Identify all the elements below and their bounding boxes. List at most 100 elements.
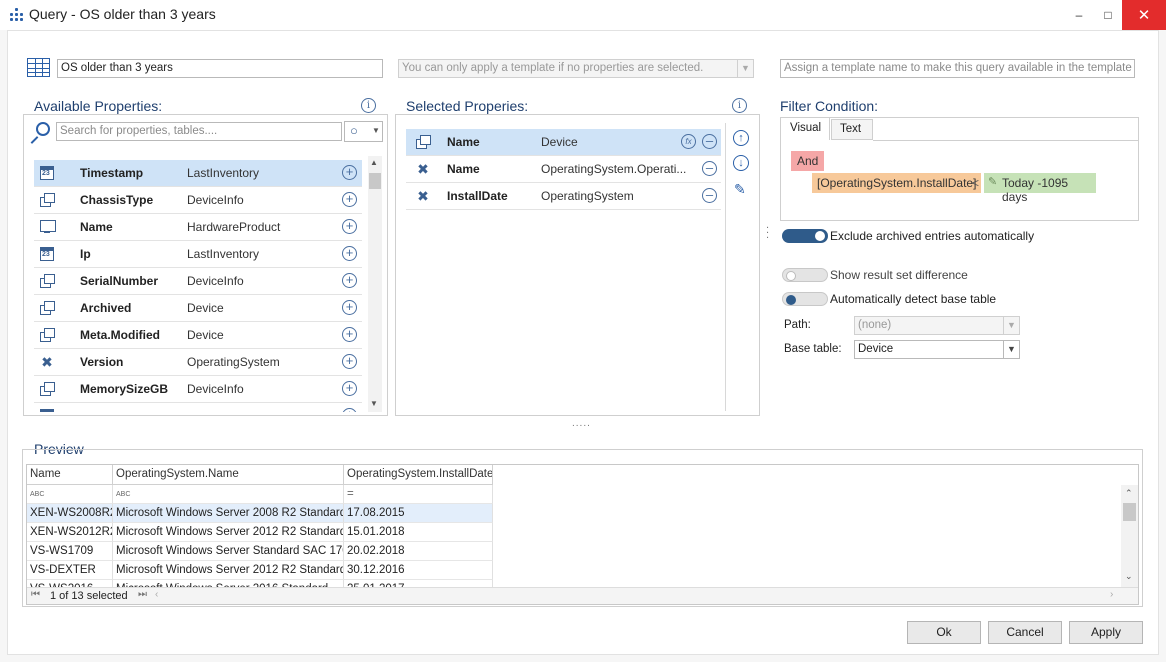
list-item[interactable]: Name Device fx – <box>406 129 721 156</box>
and-operator[interactable]: And <box>791 151 825 171</box>
column-header[interactable]: Name <box>27 465 113 485</box>
move-down-icon[interactable]: ↓ <box>733 155 749 171</box>
property-name: InstallDate <box>447 189 508 203</box>
tab-visual[interactable]: Visual <box>782 118 830 140</box>
filter-operator[interactable]: < <box>972 176 979 190</box>
add-property-button[interactable]: + <box>342 381 357 396</box>
list-item[interactable]: Archived Device + <box>34 295 362 322</box>
add-property-button[interactable]: + <box>342 354 357 369</box>
add-property-button[interactable]: + <box>342 273 357 288</box>
query-name-input[interactable]: OS older than 3 years <box>57 59 383 78</box>
filter-cell[interactable]: = <box>344 485 493 504</box>
list-item[interactable]: Meta.Modified Device + <box>34 322 362 349</box>
suggestion-dropdown[interactable]: ○ ▼ <box>344 121 383 142</box>
list-item[interactable]: 23 Ip LastInventory + <box>34 241 362 268</box>
brush-icon[interactable]: ✎ <box>734 181 746 198</box>
filter-cell[interactable]: ABC <box>27 485 113 504</box>
list-item[interactable]: 23 + <box>34 403 362 412</box>
exclude-archived-label: Exclude archived entries automatically <box>830 229 1035 243</box>
os-icon: ✖ <box>41 354 53 370</box>
base-table-label: Base table: <box>784 343 842 355</box>
scroll-left-icon[interactable]: ‹ <box>155 589 158 600</box>
add-property-button[interactable]: + <box>342 165 357 180</box>
table-icon <box>416 135 431 149</box>
list-item[interactable]: MemorySizeGB DeviceInfo + <box>34 376 362 403</box>
property-table: Device <box>187 301 224 315</box>
template-select[interactable]: You can only apply a template if no prop… <box>398 59 754 78</box>
calendar-icon: 23 <box>40 247 54 261</box>
os-icon: ✖ <box>417 188 429 204</box>
remove-property-button[interactable]: – <box>702 188 717 203</box>
add-property-button[interactable]: + <box>342 246 357 261</box>
monitor-icon <box>40 220 56 234</box>
close-button[interactable]: ✕ <box>1122 0 1166 30</box>
property-name: ChassisType <box>80 193 154 207</box>
os-icon: ✖ <box>417 161 429 177</box>
table-cell: XEN-WS2012R2 <box>27 523 113 542</box>
ok-button[interactable]: Ok <box>907 621 981 644</box>
preview-vertical-scrollbar[interactable]: ⌃ ⌄ <box>1121 485 1138 587</box>
add-property-button[interactable]: + <box>342 300 357 315</box>
filter-field[interactable]: [OperatingSystem.InstallDate] <box>812 173 982 193</box>
property-table: LastInventory <box>187 247 260 261</box>
maximize-button[interactable]: □ <box>1093 0 1123 30</box>
chevron-down-icon: ▼ <box>737 60 753 77</box>
remove-property-button[interactable]: – <box>702 161 717 176</box>
property-search-input[interactable]: Search for properties, tables.... <box>56 122 342 141</box>
pencil-icon: ✎ <box>988 176 998 188</box>
table-cell: 17.08.2015 <box>344 504 493 523</box>
splitter-grip[interactable]: ..... <box>572 418 591 429</box>
table-icon <box>40 382 55 396</box>
template-name-input[interactable]: Assign a template name to make this quer… <box>780 59 1135 78</box>
vertical-grip[interactable]: ... <box>766 220 769 241</box>
property-table: DeviceInfo <box>187 274 244 288</box>
add-property-button[interactable]: + <box>342 192 357 207</box>
path-select[interactable]: (none) ▼ <box>854 316 1020 335</box>
property-table: LastInventory <box>187 166 260 180</box>
add-property-button[interactable]: + <box>342 327 357 342</box>
auto-detect-label: Automatically detect base table <box>830 292 997 306</box>
table-cell: Microsoft Windows Server Standard SAC 17… <box>113 542 344 561</box>
list-item[interactable]: SerialNumber DeviceInfo + <box>34 268 362 295</box>
remove-property-button[interactable]: – <box>702 134 717 149</box>
search-icon <box>30 122 52 144</box>
available-scrollbar[interactable]: ▲ ▼ <box>368 156 382 412</box>
tab-text[interactable]: Text <box>831 119 873 140</box>
auto-detect-toggle[interactable] <box>782 292 828 306</box>
scroll-right-icon[interactable]: › <box>1110 589 1113 600</box>
list-item[interactable]: ChassisType DeviceInfo + <box>34 187 362 214</box>
minimize-button[interactable]: – <box>1064 0 1094 30</box>
column-header[interactable]: OperatingSystem.InstallDate <box>344 465 493 485</box>
base-table-select[interactable]: Device ▼ <box>854 340 1020 359</box>
exclude-archived-toggle[interactable] <box>782 229 828 243</box>
filter-value[interactable]: ✎ Today -1095 days <box>984 173 1096 204</box>
last-page-icon[interactable]: ⏭ <box>138 589 147 600</box>
filter-condition-title: Filter Condition: <box>780 98 879 114</box>
function-button[interactable]: fx <box>681 134 696 149</box>
property-name: Name <box>80 220 113 234</box>
apply-button[interactable]: Apply <box>1069 621 1143 644</box>
available-properties-list: 23 Timestamp LastInventory + ChassisType… <box>28 150 368 412</box>
show-difference-toggle[interactable] <box>782 268 828 282</box>
table-icon <box>40 301 55 315</box>
add-property-button[interactable]: + <box>342 408 357 412</box>
property-table: Device <box>187 328 224 342</box>
table-cell: VS-DEXTER <box>27 561 113 580</box>
column-header[interactable]: OperatingSystem.Name <box>113 465 344 485</box>
property-name: Archived <box>80 301 132 315</box>
info-icon[interactable]: i <box>361 98 376 113</box>
add-property-button[interactable]: + <box>342 219 357 234</box>
move-up-icon[interactable]: ↑ <box>733 130 749 146</box>
base-table-value: Device <box>858 343 894 355</box>
list-item[interactable]: ✖ Version OperatingSystem + <box>34 349 362 376</box>
property-name: Ip <box>80 247 91 261</box>
cancel-button[interactable]: Cancel <box>988 621 1062 644</box>
filter-cell[interactable]: ABC <box>113 485 344 504</box>
list-item[interactable]: Name HardwareProduct + <box>34 214 362 241</box>
list-item[interactable]: ✖ Name OperatingSystem.Operati... – <box>406 156 721 183</box>
first-page-icon[interactable]: ⏮ <box>31 589 40 600</box>
info-icon[interactable]: i <box>732 98 747 113</box>
path-label: Path: <box>784 319 811 331</box>
list-item[interactable]: ✖ InstallDate OperatingSystem – <box>406 183 721 210</box>
list-item[interactable]: 23 Timestamp LastInventory + <box>34 160 362 187</box>
